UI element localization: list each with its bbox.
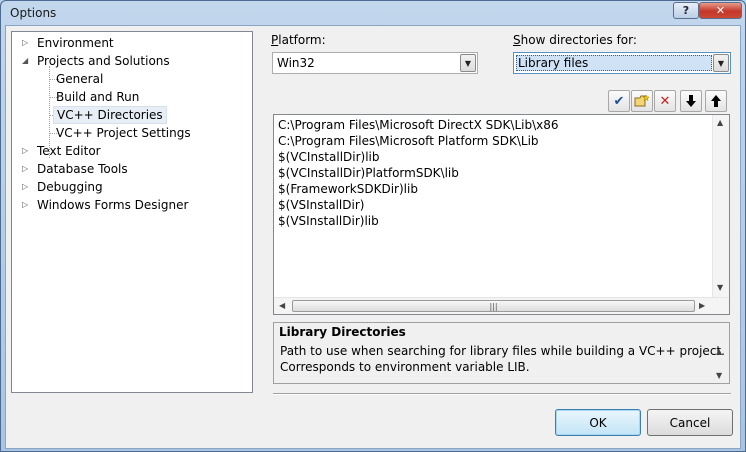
title-bar[interactable]: Options ? ✕ — [1, 1, 745, 27]
horizontal-scrollbar[interactable]: ◀ ||| ▶ — [274, 297, 729, 314]
expand-arrow-icon[interactable]: ▷ — [22, 142, 32, 160]
expand-arrow-icon[interactable]: ▷ — [22, 196, 32, 214]
expand-arrow-icon[interactable]: ▷ — [22, 178, 32, 196]
move-up-icon[interactable] — [705, 90, 727, 112]
vertical-scrollbar[interactable]: ▲ ▼ — [712, 115, 729, 297]
scroll-left-icon[interactable]: ◀ — [279, 301, 285, 310]
divider — [273, 393, 731, 395]
list-item[interactable]: $(VCInstallDir)lib — [278, 149, 380, 165]
window-title: Options — [10, 6, 57, 20]
arrow-down-icon — [686, 95, 696, 107]
check-icon[interactable]: ✔ — [608, 90, 630, 112]
platform-value: Win32 — [277, 56, 315, 70]
scroll-right-icon[interactable]: ▶ — [699, 301, 705, 310]
help-button[interactable]: ? — [673, 2, 699, 19]
options-window: Options ? ✕ ▷ Environment ◢ Projects and… — [0, 0, 746, 452]
scroll-down-icon[interactable]: ▼ — [716, 371, 722, 380]
list-item[interactable]: $(VSInstallDir)lib — [278, 213, 379, 229]
scroll-thumb[interactable]: ||| — [292, 300, 695, 312]
scroll-up-icon[interactable]: ▲ — [717, 118, 723, 127]
options-tree[interactable]: ▷ Environment ◢ Projects and Solutions G… — [11, 31, 253, 393]
chevron-down-icon[interactable]: ▼ — [713, 54, 729, 72]
tree-item-label-selected: VC++ Directories — [53, 106, 167, 124]
collapse-arrow-icon[interactable]: ◢ — [22, 52, 32, 70]
cancel-button[interactable]: Cancel — [647, 409, 733, 436]
delete-icon[interactable]: ✕ — [654, 90, 676, 112]
expand-arrow-icon[interactable]: ▷ — [22, 34, 32, 52]
platform-dropdown[interactable]: Win32 ▼ — [272, 52, 478, 74]
tree-item-label: VC++ Project Settings — [56, 126, 191, 140]
tree-item-label: Text Editor — [37, 144, 101, 158]
list-item[interactable]: C:\Program Files\Microsoft Platform SDK\… — [278, 133, 539, 149]
description-line: Path to use when searching for library f… — [280, 344, 725, 358]
platform-label: Platform: — [271, 33, 326, 47]
tree-item-label: Build and Run — [56, 90, 140, 104]
description-title: Library Directories — [279, 325, 406, 339]
list-item[interactable]: $(VSInstallDir) — [278, 197, 364, 213]
list-item[interactable]: $(FrameworkSDKDir)lib — [278, 181, 418, 197]
ok-button[interactable]: OK — [555, 409, 641, 436]
description-line: Corresponds to environment variable LIB. — [280, 360, 530, 374]
show-directories-value: Library files — [516, 55, 712, 71]
show-directories-label: Show directories for: — [513, 33, 637, 47]
folder-star-icon — [634, 94, 650, 107]
move-down-icon[interactable] — [680, 90, 702, 112]
tree-item-label: Debugging — [37, 180, 103, 194]
list-item[interactable]: $(VCInstallDir)PlatformSDK\lib — [278, 165, 459, 181]
new-folder-icon[interactable] — [631, 90, 653, 112]
dialog-client-area: ▷ Environment ◢ Projects and Solutions G… — [5, 25, 741, 449]
directories-list[interactable]: C:\Program Files\Microsoft DirectX SDK\L… — [273, 114, 730, 315]
tree-item-label: Database Tools — [37, 162, 128, 176]
chevron-down-icon[interactable]: ▼ — [460, 54, 476, 72]
tree-item-label: Projects and Solutions — [37, 54, 170, 68]
description-panel: Library Directories Path to use when sea… — [273, 322, 730, 384]
show-directories-dropdown[interactable]: Library files ▼ — [513, 52, 731, 74]
arrow-up-icon — [711, 95, 721, 107]
scroll-up-icon[interactable]: ▲ — [716, 347, 722, 356]
tree-item-label: Windows Forms Designer — [37, 198, 189, 212]
tree-item-label: Environment — [37, 36, 114, 50]
description-scrollbar[interactable]: ▲ ▼ — [712, 341, 729, 383]
tree-item-label: General — [56, 72, 104, 86]
scroll-down-icon[interactable]: ▼ — [717, 283, 723, 292]
expand-arrow-icon[interactable]: ▷ — [22, 160, 32, 178]
close-button[interactable]: ✕ — [699, 2, 742, 19]
list-item[interactable]: C:\Program Files\Microsoft DirectX SDK\L… — [278, 117, 559, 133]
